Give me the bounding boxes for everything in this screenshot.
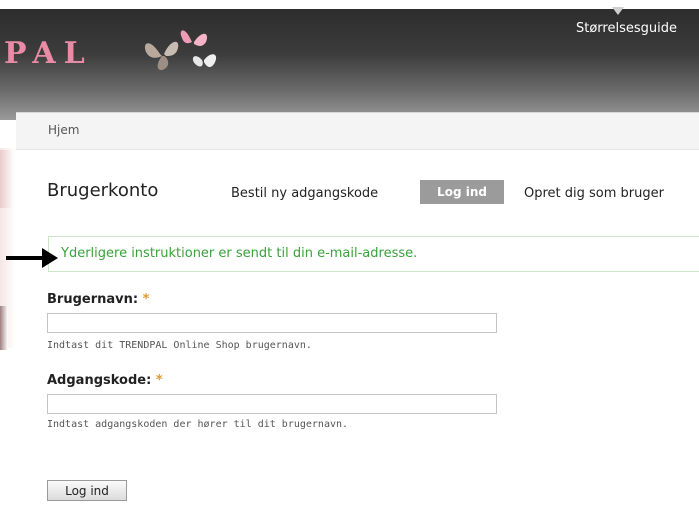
size-guide-link[interactable]: Størrelsesguide	[576, 21, 677, 36]
username-hint: Indtast dit TRENDPAL Online Shop brugern…	[47, 340, 312, 351]
tab-log-in[interactable]: Log ind	[420, 180, 504, 204]
required-marker: *	[155, 373, 163, 388]
site-header: PAL Størrelsesguide	[0, 0, 699, 120]
page-title: Brugerkonto	[47, 180, 159, 201]
butterfly-logo-icon	[144, 30, 217, 71]
tab-create-account[interactable]: Opret dig som bruger	[524, 186, 664, 201]
password-input[interactable]	[47, 394, 497, 414]
username-label: Brugernavn: *	[47, 292, 149, 307]
site-logo[interactable]: PAL	[4, 36, 93, 71]
password-hint: Indtast adgangskoden der hører til dit b…	[47, 419, 349, 430]
status-message-text: Yderligere instruktioner er sendt til di…	[61, 246, 418, 261]
breadcrumb-home-link[interactable]: Hjem	[48, 123, 79, 137]
breadcrumb: Hjem	[16, 112, 699, 150]
password-label-text: Adgangskode:	[47, 373, 152, 388]
status-message: Yderligere instruktioner er sendt til di…	[48, 236, 699, 272]
left-border-decoration-top	[0, 150, 14, 208]
arrow-right-icon	[6, 248, 58, 268]
left-edge-mark	[0, 306, 8, 350]
tab-request-new-password[interactable]: Bestil ny adgangskode	[231, 186, 378, 201]
password-label: Adgangskode: *	[47, 373, 163, 388]
log-in-button[interactable]: Log ind	[47, 480, 127, 501]
username-input[interactable]	[47, 313, 497, 333]
required-marker: *	[142, 292, 150, 307]
caret-down-icon	[612, 7, 624, 15]
username-label-text: Brugernavn:	[47, 292, 139, 307]
